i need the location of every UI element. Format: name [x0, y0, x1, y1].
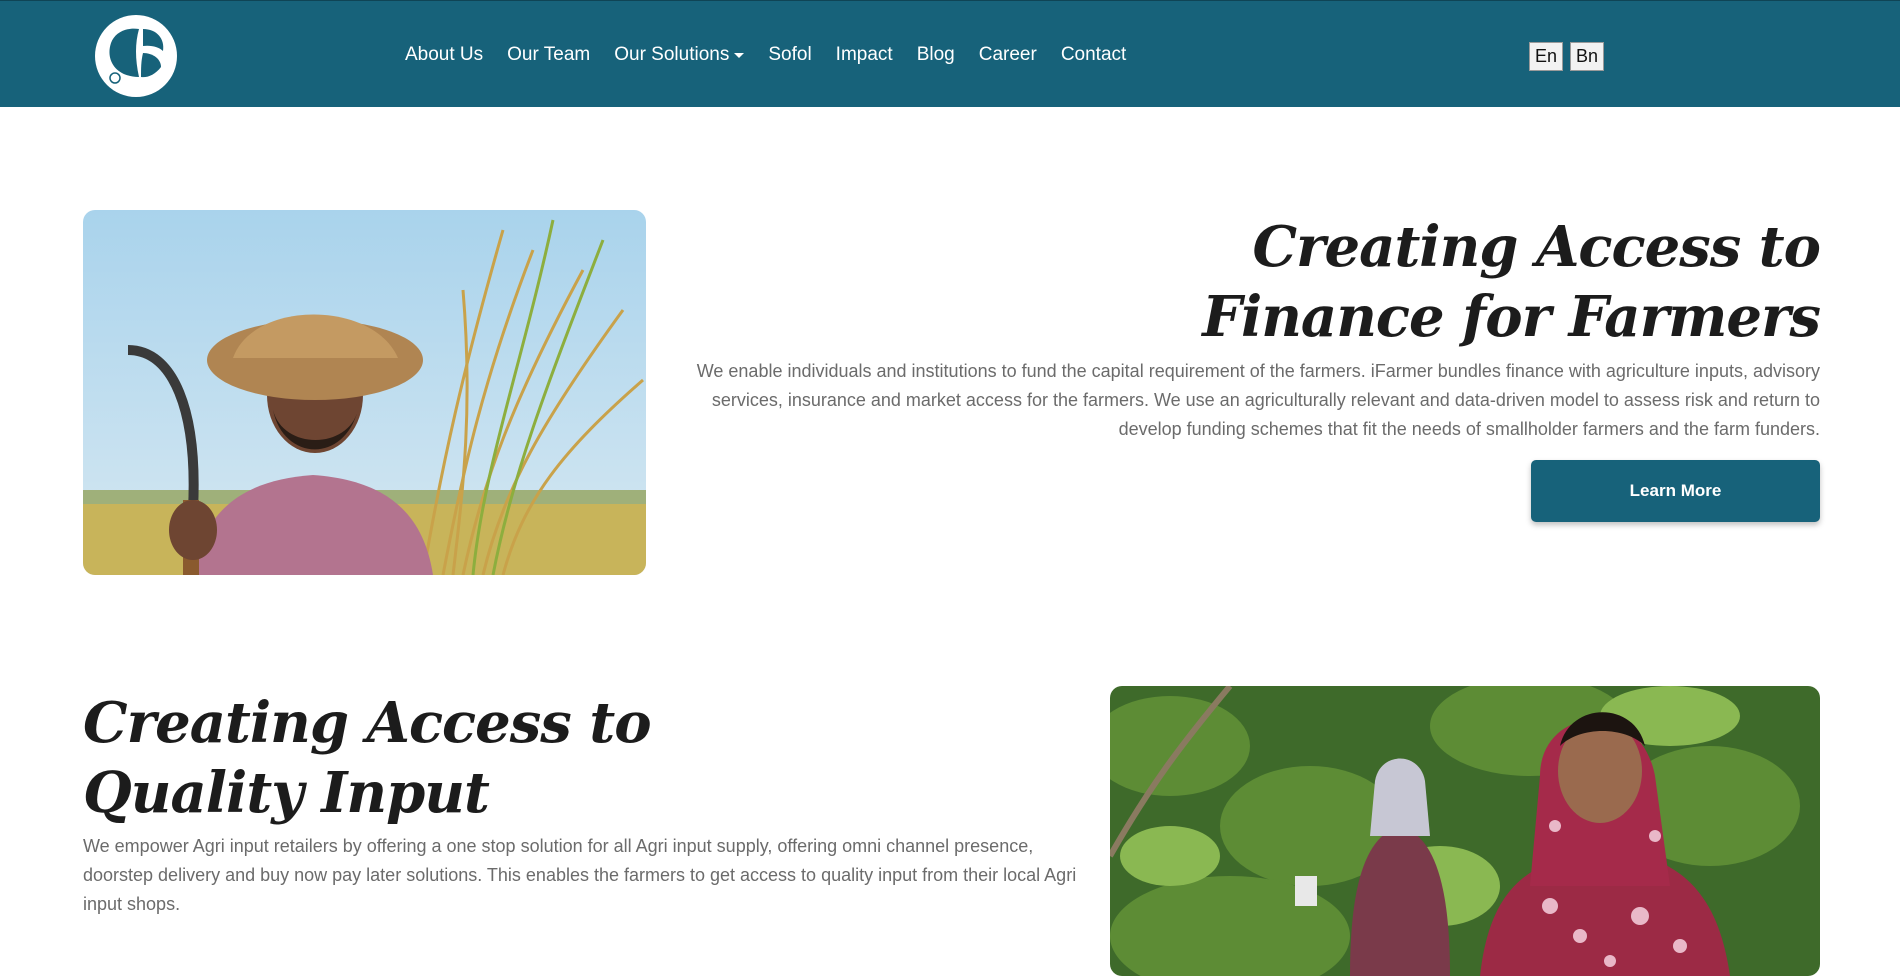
- nav-sofol[interactable]: Sofol: [768, 44, 811, 66]
- language-en-button[interactable]: En: [1529, 42, 1564, 71]
- nav-career-label: Career: [978, 43, 1037, 65]
- nav-blog[interactable]: Blog: [917, 44, 955, 66]
- farmer-with-sickle-photo: [83, 210, 646, 575]
- learn-more-button[interactable]: Learn More: [1531, 460, 1820, 522]
- nav-our-solutions-label: Our Solutions: [614, 43, 730, 65]
- input-section-title: Creating Access to Quality Input: [83, 690, 652, 826]
- nav-contact[interactable]: Contact: [1061, 44, 1126, 66]
- finance-section-description: We enable individuals and institutions t…: [696, 361, 1820, 439]
- nav-impact[interactable]: Impact: [836, 44, 893, 66]
- nav-about-us[interactable]: About Us: [405, 44, 483, 66]
- leaf-logo-icon: [99, 19, 173, 93]
- input-section-description: We empower Agri input retailers by offer…: [83, 836, 1077, 914]
- nav-our-team-label: Our Team: [507, 43, 591, 65]
- finance-section-title: Creating Access to Finance for Farmers: [1202, 214, 1821, 350]
- nav-our-solutions-dropdown[interactable]: Our Solutions: [614, 43, 745, 66]
- caret-down-icon: [734, 52, 745, 58]
- nav-career[interactable]: Career: [979, 44, 1037, 66]
- nav-impact-label: Impact: [835, 43, 893, 65]
- language-bn-button[interactable]: Bn: [1570, 42, 1605, 71]
- nav-contact-label: Contact: [1060, 43, 1127, 65]
- women-in-field-photo: [1110, 686, 1820, 976]
- nav-about-us-label: About Us: [405, 43, 484, 65]
- nav-sofol-label: Sofol: [768, 43, 812, 65]
- nav-our-team[interactable]: Our Team: [507, 44, 590, 66]
- site-logo[interactable]: [95, 15, 177, 97]
- nav-blog-label: Blog: [916, 43, 955, 65]
- site-header: About Us Our Team Our Solutions Sofol Im…: [0, 0, 1900, 107]
- main-nav: About Us Our Team Our Solutions Sofol Im…: [405, 1, 1150, 108]
